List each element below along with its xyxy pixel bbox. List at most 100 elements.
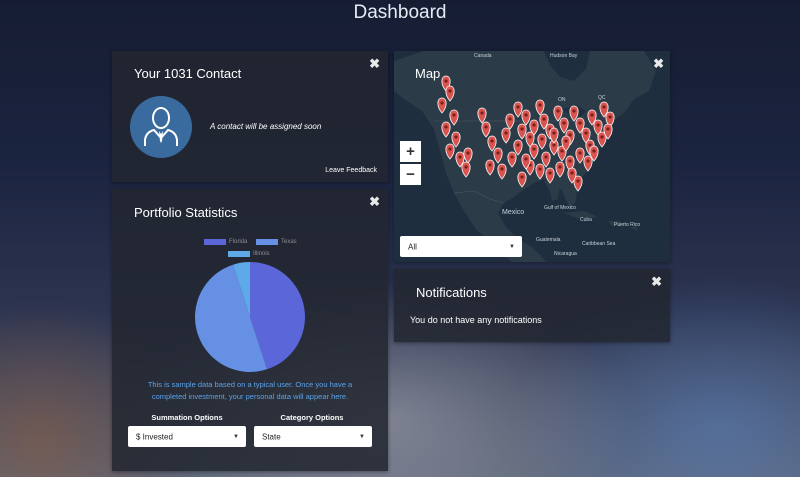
map-marker-dot	[590, 113, 594, 117]
portfolio-panel: Portfolio Statistics ✖ Florida Texas Ill…	[112, 189, 388, 471]
summation-selected-value: $ Invested	[136, 432, 173, 441]
map-marker-dot	[538, 103, 542, 107]
sample-data-note: This is sample data based on a typical u…	[147, 380, 353, 401]
map-marker-dot	[464, 165, 468, 169]
map-marker-dot	[532, 147, 536, 151]
map-marker-dot	[560, 149, 564, 153]
contact-close-icon[interactable]: ✖	[369, 57, 380, 70]
map-label-puerto-rico: Puerto Rico	[614, 222, 641, 228]
zoom-in-button[interactable]: +	[400, 141, 421, 162]
map-marker-dot	[458, 155, 462, 159]
map-marker-dot	[440, 101, 444, 105]
map-marker-dot	[556, 109, 560, 113]
map-marker-dot	[568, 159, 572, 163]
map-label-hudson-bay: Hudson Bay	[550, 53, 578, 59]
map-close-icon[interactable]: ✖	[653, 57, 664, 70]
chevron-down-icon: ▼	[509, 243, 515, 250]
map-label-caribbean: Caribbean Sea	[582, 241, 616, 247]
map-marker-dot	[602, 105, 606, 109]
map-marker-dot	[606, 127, 610, 131]
contact-panel: Your 1031 Contact ✖ A contact will be as…	[112, 51, 388, 182]
zoom-out-button[interactable]: −	[400, 164, 421, 185]
map-marker-dot	[576, 179, 580, 183]
map-marker-dot	[584, 131, 588, 135]
category-selected-value: State	[262, 432, 281, 441]
map-marker-dot	[448, 147, 452, 151]
map-label-on: ON	[558, 97, 566, 103]
map-marker-dot	[592, 149, 596, 153]
chevron-down-icon: ▼	[233, 433, 239, 440]
map-marker-dot	[586, 159, 590, 163]
summation-options-select[interactable]: $ Invested ▼	[128, 426, 246, 447]
map-label-nicaragua: Nicaragua	[554, 251, 577, 257]
map-marker-dot	[528, 135, 532, 139]
map-marker-dot	[540, 137, 544, 141]
map-filter-selected-value: All	[408, 242, 417, 251]
summation-options-label: Summation Options	[151, 413, 223, 422]
map-marker-dot	[578, 121, 582, 125]
map-marker-dot	[488, 163, 492, 167]
map-marker-dot	[520, 127, 524, 131]
map-marker-dot	[500, 167, 504, 171]
map-marker-dot	[578, 151, 582, 155]
map-marker-dot	[496, 151, 500, 155]
map-canvas[interactable]	[394, 51, 670, 262]
map-marker-dot	[596, 123, 600, 127]
map-marker-dot	[508, 117, 512, 121]
category-options-select[interactable]: State ▼	[254, 426, 372, 447]
map-panel: Map ✖ Hudson Bay Canada ON QC Mexico Gul…	[394, 51, 670, 262]
map-marker-dot	[608, 115, 612, 119]
map-marker-dot	[552, 143, 556, 147]
map-label-mexico: Mexico	[502, 209, 525, 216]
map-marker-dot	[532, 123, 536, 127]
map-marker-dot	[444, 125, 448, 129]
map-panel-title: Map	[415, 66, 441, 81]
notifications-empty-message: You do not have any notifications	[410, 315, 542, 325]
map-marker-dot	[564, 139, 568, 143]
map-marker-dot	[480, 111, 484, 115]
map-label-qc: QC	[598, 95, 606, 101]
map-marker-dot	[524, 157, 528, 161]
map-marker-dot	[572, 109, 576, 113]
contact-panel-title: Your 1031 Contact	[134, 66, 242, 81]
map-marker-dot	[448, 89, 452, 93]
map-marker-dot	[516, 143, 520, 147]
notifications-panel: Notifications ✖ You do not have any noti…	[394, 269, 670, 342]
map-marker-dot	[544, 155, 548, 159]
map-marker-dot	[600, 135, 604, 139]
map-marker-dot	[504, 131, 508, 135]
category-options-label: Category Options	[280, 413, 344, 422]
page-title: Dashboard	[353, 2, 447, 23]
map-marker-dot	[490, 139, 494, 143]
leave-feedback-link[interactable]: Leave Feedback	[325, 167, 377, 174]
map-marker-dot	[524, 113, 528, 117]
map-label-canada: Canada	[474, 53, 492, 59]
notifications-panel-title: Notifications	[416, 285, 487, 300]
map-marker-dot	[520, 175, 524, 179]
map-marker-dot	[558, 165, 562, 169]
map-marker-dot	[538, 167, 542, 171]
map-marker-dot	[562, 121, 566, 125]
chevron-down-icon: ▼	[359, 433, 365, 440]
avatar	[130, 96, 192, 158]
user-tie-icon	[131, 97, 191, 157]
notifications-close-icon[interactable]: ✖	[651, 275, 662, 288]
map-marker-dot	[552, 131, 556, 135]
map-label-cuba: Cuba	[580, 217, 592, 223]
map-marker-dot	[444, 79, 448, 83]
map-marker-dot	[484, 125, 488, 129]
map-marker-dot	[510, 155, 514, 159]
map-marker-dot	[452, 113, 456, 117]
map-marker-dot	[454, 135, 458, 139]
map-filter-select[interactable]: All ▼	[400, 236, 522, 257]
map-marker-dot	[542, 117, 546, 121]
map-label-guatemala: Guatemala	[536, 237, 561, 243]
map-marker-dot	[516, 105, 520, 109]
map-marker-dot	[588, 143, 592, 147]
map-marker-dot	[570, 171, 574, 175]
map-marker-dot	[568, 133, 572, 137]
contact-status-message: A contact will be assigned soon	[210, 122, 322, 131]
map-marker-dot	[466, 151, 470, 155]
map-marker-dot	[548, 171, 552, 175]
map-label-gulf: Gulf of Mexico	[544, 205, 576, 211]
